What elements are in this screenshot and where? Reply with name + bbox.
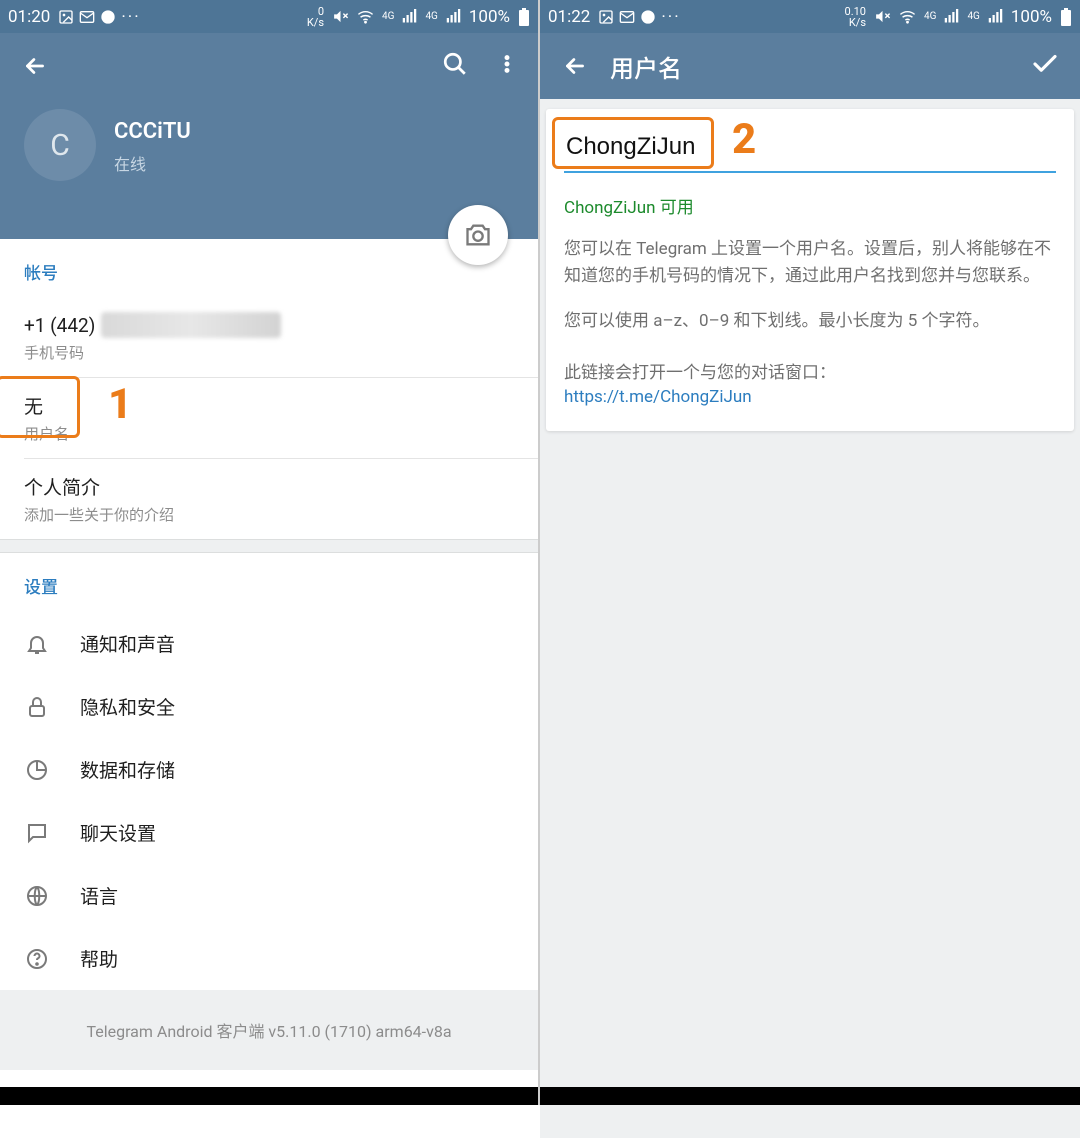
username-help-text-2: 您可以使用 a–z、0–9 和下划线。最小长度为 5 个字符。 [564, 308, 1056, 335]
mute-icon [332, 8, 349, 25]
bell-icon [25, 632, 49, 656]
change-photo-button[interactable] [448, 205, 508, 265]
toolbar: 用户名 [540, 33, 1080, 99]
mail-icon [619, 9, 635, 25]
language-row[interactable]: 语言 [0, 864, 538, 927]
settings-section-header: 设置 [0, 553, 538, 612]
username-link-label: 此链接会打开一个与您的对话窗口： [564, 358, 1056, 383]
data-storage-row[interactable]: 数据和存储 [0, 738, 538, 801]
signal-4g-icon: 4G [382, 11, 394, 22]
overflow-menu-button[interactable] [496, 51, 518, 81]
search-icon [442, 51, 468, 77]
status-bar: 01:20 ··· 0K/s 4G 4G 100% [0, 0, 538, 33]
phone-number-label: 手机号码 [24, 342, 514, 363]
help-circle-icon [25, 947, 49, 971]
netspeed-indicator: 0.10K/s [845, 6, 866, 28]
netspeed-indicator: 0K/s [307, 6, 324, 28]
arrow-left-icon [22, 53, 48, 79]
globe-icon [25, 884, 49, 908]
phone-settings-screen: 01:20 ··· 0K/s 4G 4G 100% [0, 0, 540, 1105]
signal-bars-icon-2 [988, 9, 1003, 24]
image-icon [598, 9, 614, 25]
signal-bars-icon [402, 9, 417, 24]
signal-4g-icon-2: 4G [967, 11, 979, 22]
username-help-text-1: 您可以在 Telegram 上设置一个用户名。设置后，别人将能够在不知道您的手机… [564, 236, 1056, 290]
username-label: 用户名 [24, 423, 514, 444]
chat-settings-row[interactable]: 聊天设置 [0, 801, 538, 864]
annotation-number-2: 2 [732, 115, 756, 164]
phone-username-screen: 01:22 ··· 0.10K/s 4G 4G 100% [540, 0, 1080, 1105]
image-icon [58, 9, 74, 25]
nav-bar [540, 1087, 1080, 1105]
battery-icon [518, 8, 530, 26]
username-value: 无 [24, 392, 514, 419]
nav-bar [0, 1087, 538, 1105]
quote-icon [640, 9, 656, 25]
signal-4g-icon-2: 4G [425, 11, 437, 22]
phone-number-value: +1 (442) [24, 314, 95, 337]
lock-icon [25, 695, 49, 719]
more-dots-icon: ··· [661, 7, 680, 27]
notifications-row[interactable]: 通知和声音 [0, 612, 538, 675]
toolbar [0, 33, 538, 99]
more-vertical-icon [496, 51, 518, 77]
pie-chart-icon [25, 758, 49, 782]
status-bar: 01:22 ··· 0.10K/s 4G 4G 100% [540, 0, 1080, 33]
username-available-text: ChongZiJun 可用 [564, 193, 1056, 218]
profile-status: 在线 [114, 151, 146, 175]
camera-icon [464, 221, 492, 249]
confirm-button[interactable] [1030, 49, 1060, 83]
toolbar-title: 用户名 [610, 49, 1030, 84]
search-button[interactable] [442, 51, 468, 81]
mail-icon [79, 9, 95, 25]
status-time: 01:22 [548, 7, 590, 27]
more-dots-icon: ··· [121, 7, 140, 27]
signal-bars-icon [944, 9, 959, 24]
wifi-icon [357, 8, 374, 25]
username-link[interactable]: https://t.me/ChongZiJun [564, 387, 1056, 407]
checkmark-icon [1030, 49, 1060, 79]
chat-bubble-icon [25, 821, 49, 845]
back-button[interactable] [18, 49, 52, 83]
profile-header: C CCCiTU 在线 [0, 99, 538, 239]
privacy-row[interactable]: 隐私和安全 [0, 675, 538, 738]
back-button[interactable] [558, 49, 592, 83]
arrow-left-icon [562, 53, 588, 79]
bio-row[interactable]: 个人简介 添加一些关于你的介绍 [0, 459, 538, 539]
signal-bars-icon-2 [446, 9, 461, 24]
signal-4g-icon: 4G [924, 11, 936, 22]
help-row[interactable]: 帮助 [0, 927, 538, 990]
mute-icon [874, 8, 891, 25]
battery-percent: 100% [1011, 7, 1052, 27]
status-time: 01:20 [8, 7, 50, 27]
profile-name: CCCiTU [114, 119, 191, 144]
username-input[interactable] [564, 133, 1056, 173]
version-footer: Telegram Android 客户端 v5.11.0 (1710) arm6… [0, 990, 538, 1070]
bio-value: 个人简介 [24, 473, 514, 500]
quote-icon [100, 9, 116, 25]
avatar[interactable]: C [24, 109, 96, 181]
battery-percent: 100% [469, 7, 510, 27]
phone-number-row[interactable]: +1 (442) 手机号码 [0, 298, 538, 377]
annotation-number-1: 1 [108, 380, 132, 429]
username-row[interactable]: 无 用户名 1 [0, 378, 538, 458]
username-card: 2 ChongZiJun 可用 您可以在 Telegram 上设置一个用户名。设… [546, 109, 1074, 431]
wifi-icon [899, 8, 916, 25]
bio-label: 添加一些关于你的介绍 [24, 504, 514, 525]
battery-icon [1060, 8, 1072, 26]
